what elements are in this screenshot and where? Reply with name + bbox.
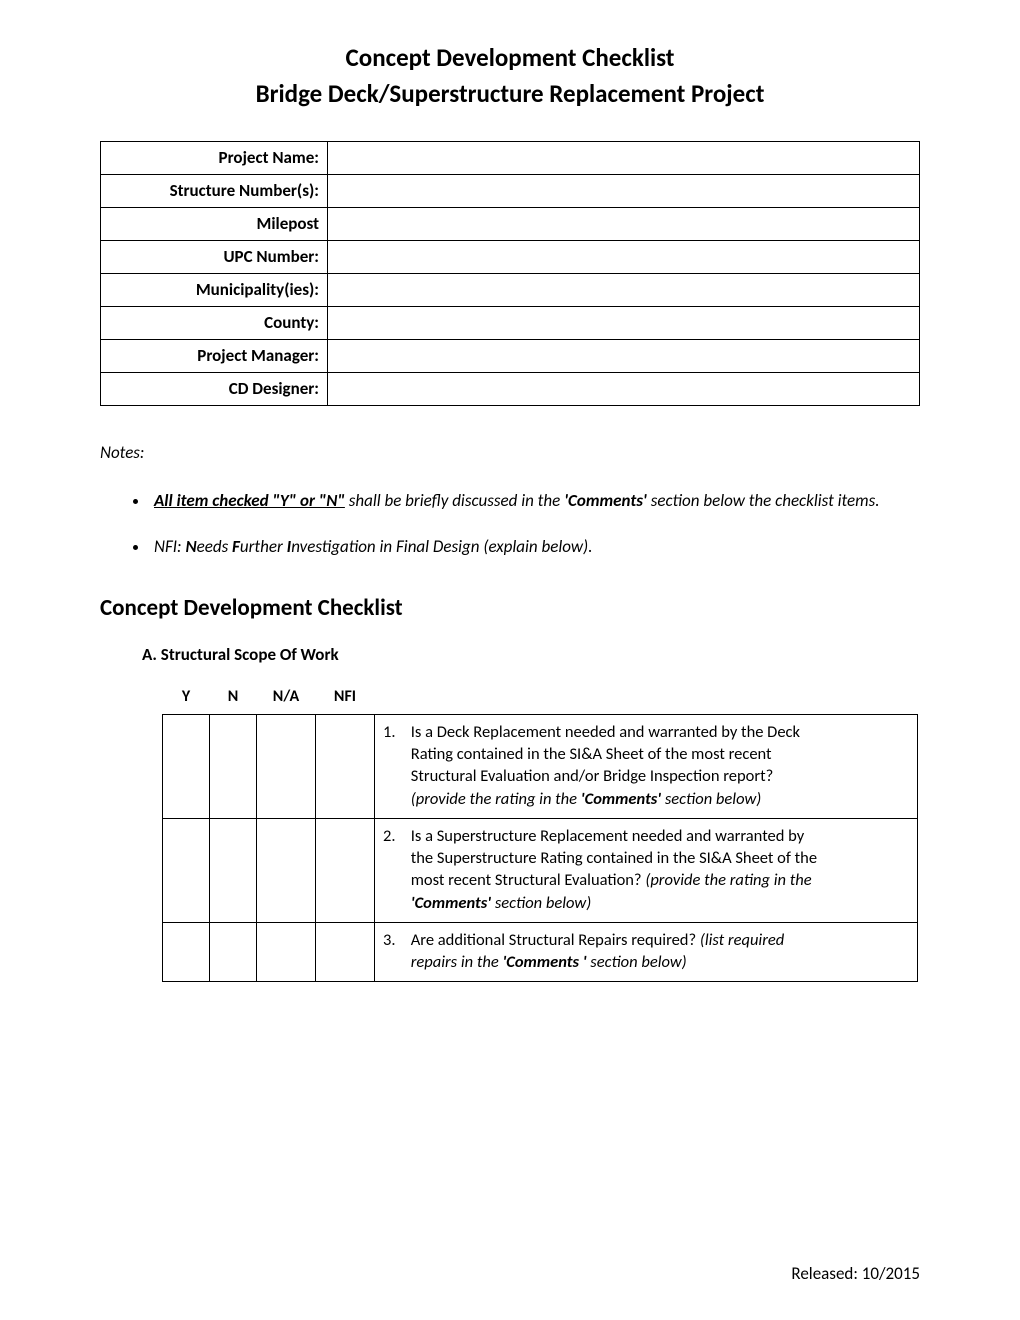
info-label: CD Designer: (101, 372, 328, 405)
info-value[interactable] (328, 306, 920, 339)
cell-y[interactable] (163, 714, 210, 818)
checklist-row: 2. Is a Superstructure Replacement neede… (163, 818, 918, 922)
checklist-header-row: Y N N/A NFI (163, 683, 918, 715)
cell-n[interactable] (210, 922, 257, 982)
cell-y[interactable] (163, 818, 210, 922)
cell-na[interactable] (257, 714, 316, 818)
note-bold: F (232, 536, 240, 557)
info-row: Structure Number(s): (101, 174, 920, 207)
info-value[interactable] (328, 174, 920, 207)
note-text: section below the checklist items. (647, 490, 880, 511)
note-text: nvestigation in Final Design (explain be… (291, 536, 592, 557)
col-n: N (210, 683, 257, 715)
item-number: 2. (383, 825, 407, 847)
notes-list: All item checked "Y" or "N" shall be bri… (100, 489, 920, 560)
checklist-row: 1. Is a Deck Replacement needed and warr… (163, 714, 918, 818)
col-y: Y (163, 683, 210, 715)
cell-na[interactable] (257, 818, 316, 922)
cell-y[interactable] (163, 922, 210, 982)
item-text: Is a Superstructure Replacement needed a… (411, 825, 821, 914)
item-text: Are additional Structural Repairs requir… (411, 929, 821, 974)
info-label: Municipality(ies): (101, 273, 328, 306)
item-text: Is a Deck Replacement needed and warrant… (411, 721, 821, 810)
note-bold: 'Comments' (564, 490, 647, 511)
note-item: NFI: Needs Further Investigation in Fina… (150, 535, 920, 560)
item-number: 1. (383, 721, 407, 743)
item-plain: Are additional Structural Repairs requir… (411, 930, 700, 950)
note-text: urther (240, 536, 287, 557)
info-row: Milepost (101, 207, 920, 240)
info-row: CD Designer: (101, 372, 920, 405)
item-bold: 'Comments' (581, 789, 661, 809)
cell-desc: 2. Is a Superstructure Replacement neede… (375, 818, 918, 922)
info-row: Municipality(ies): (101, 273, 920, 306)
section-heading: Concept Development Checklist (100, 594, 920, 622)
info-label: Milepost (101, 207, 328, 240)
info-value[interactable] (328, 207, 920, 240)
info-label: Structure Number(s): (101, 174, 328, 207)
info-label: UPC Number: (101, 240, 328, 273)
info-label: Project Manager: (101, 339, 328, 372)
title-block: Concept Development Checklist Bridge Dec… (100, 40, 920, 113)
title-line-1: Concept Development Checklist (100, 40, 920, 76)
project-info-table: Project Name: Structure Number(s): Milep… (100, 141, 920, 406)
title-line-2: Bridge Deck/Superstructure Replacement P… (100, 76, 920, 112)
item-ital: section below) (491, 893, 591, 913)
item-ital: (provide the rating in the (645, 870, 811, 890)
note-text: shall be briefly discussed in the (345, 490, 564, 511)
cell-desc: 3. Are additional Structural Repairs req… (375, 922, 918, 982)
checklist-row: 3. Are additional Structural Repairs req… (163, 922, 918, 982)
cell-nfi[interactable] (316, 818, 375, 922)
info-value[interactable] (328, 339, 920, 372)
info-value[interactable] (328, 240, 920, 273)
sub-heading: A. Structural Scope Of Work (142, 644, 920, 665)
checklist-table: Y N N/A NFI 1. Is a Deck Replacement nee… (162, 683, 918, 983)
note-bold: N (185, 536, 196, 557)
col-na: N/A (257, 683, 316, 715)
item-number: 3. (383, 929, 407, 951)
cell-na[interactable] (257, 922, 316, 982)
page: Concept Development Checklist Bridge Dec… (0, 0, 1020, 1320)
col-desc (375, 683, 918, 715)
info-label: County: (101, 306, 328, 339)
note-text: eeds (197, 536, 232, 557)
item-plain: Is a Deck Replacement needed and warrant… (411, 722, 800, 787)
notes-heading: Notes: (100, 442, 920, 463)
col-nfi: NFI (316, 683, 375, 715)
item-bold: 'Comments ' (502, 952, 586, 972)
cell-n[interactable] (210, 714, 257, 818)
item-ital: section below) (587, 952, 687, 972)
info-value[interactable] (328, 273, 920, 306)
info-label: Project Name: (101, 141, 328, 174)
note-emphasis: All item checked "Y" or "N" (154, 490, 345, 511)
item-bold: 'Comments' (411, 893, 491, 913)
item-ital: (provide the rating in the (411, 789, 581, 809)
cell-desc: 1. Is a Deck Replacement needed and warr… (375, 714, 918, 818)
info-row: Project Manager: (101, 339, 920, 372)
note-item: All item checked "Y" or "N" shall be bri… (150, 489, 920, 514)
footer-released: Released: 10/2015 (791, 1263, 920, 1284)
info-row: UPC Number: (101, 240, 920, 273)
info-value[interactable] (328, 372, 920, 405)
info-row: Project Name: (101, 141, 920, 174)
cell-nfi[interactable] (316, 922, 375, 982)
item-ital: section below) (661, 789, 761, 809)
cell-nfi[interactable] (316, 714, 375, 818)
note-text: NFI: (154, 536, 185, 557)
info-value[interactable] (328, 141, 920, 174)
cell-n[interactable] (210, 818, 257, 922)
info-row: County: (101, 306, 920, 339)
